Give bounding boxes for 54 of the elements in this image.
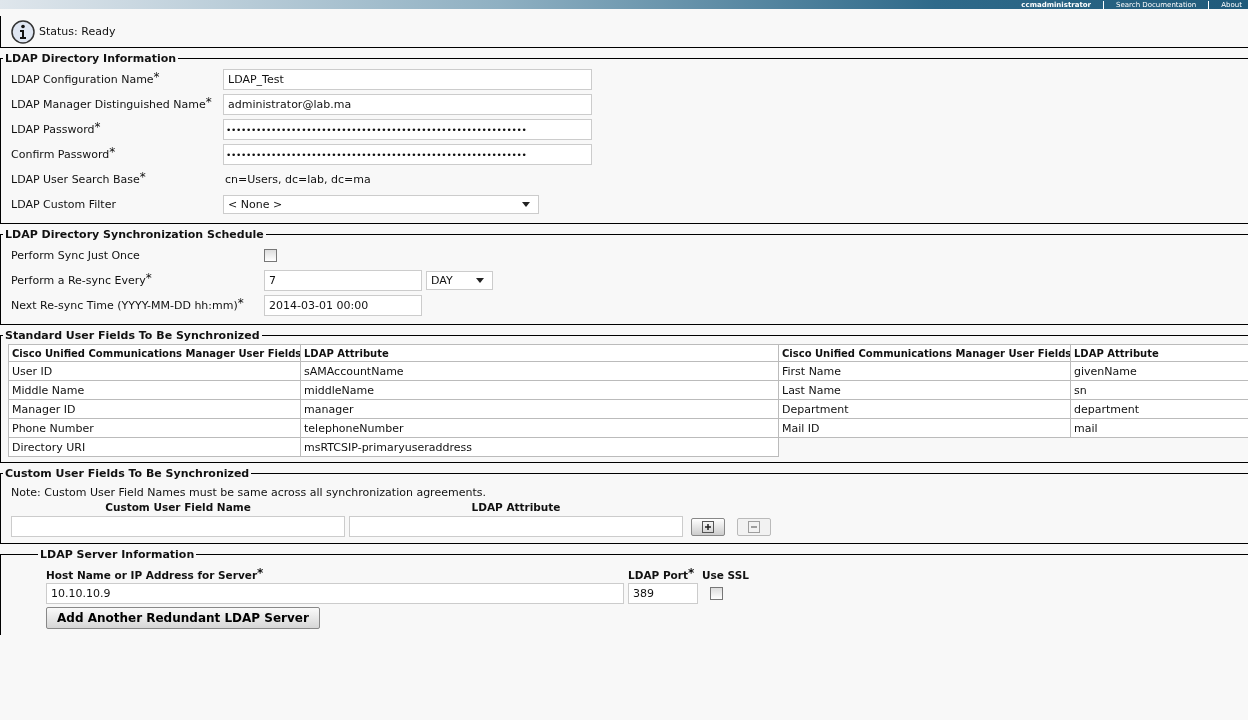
table-cell: Manager ID (8, 399, 301, 419)
table-cell: Directory URI (8, 437, 301, 457)
column-header: LDAP Attribute (470, 501, 562, 513)
table-cell: Last Name (778, 380, 1071, 400)
table-cell: Phone Number (8, 418, 301, 438)
column-header: Custom User Field Name (104, 501, 252, 513)
section-title: Custom User Fields To Be Synchronized (4, 467, 251, 480)
table-cell: middleName (300, 380, 779, 400)
column-header: LDAP Attribute (300, 344, 779, 362)
dropdown[interactable]: DAY (426, 271, 493, 290)
input-field[interactable]: 389 (628, 583, 698, 604)
input-field[interactable]: LDAP_Test (223, 69, 592, 90)
table-cell: mail (1070, 418, 1248, 438)
table-cell: Middle Name (8, 380, 301, 400)
dropdown[interactable]: < None > (223, 195, 539, 214)
table-cell: department (1070, 399, 1248, 419)
table-cell: User ID (8, 361, 301, 381)
add-server-button[interactable]: Add Another Redundant LDAP Server (46, 607, 320, 629)
table-cell: sAMAccountName (300, 361, 779, 381)
table-cell: Department (778, 399, 1071, 419)
section-title: LDAP Directory Synchronization Schedule (4, 228, 265, 241)
column-header: Cisco Unified Communications Manager User Fields (8, 344, 301, 362)
password-field[interactable]: •••••••••••••••••••••••••••••••••••••••••••••••••••••••••••• (223, 144, 592, 165)
table-cell: msRTCSIP-primaryuseraddress (300, 437, 779, 457)
section-title: Standard User Fields To Be Synchronized (4, 329, 261, 342)
table-cell: telephoneNumber (300, 418, 779, 438)
table-cell: manager (300, 399, 779, 419)
password-field[interactable]: •••••••••••••••••••••••••••••••••••••••••••••••••••••••••••• (223, 119, 592, 140)
note-text: Note: Custom User Field Names must be same across all synchronization agreements. (11, 486, 487, 499)
input-field[interactable] (349, 516, 683, 537)
add-button[interactable] (691, 517, 725, 536)
table-cell: givenName (1070, 361, 1248, 381)
minus-icon (748, 520, 760, 533)
column-header: LDAP Attribute (1070, 344, 1248, 362)
table-cell: Mail ID (778, 418, 1071, 438)
column-header: Use SSL (702, 569, 750, 581)
checkbox[interactable] (264, 249, 277, 262)
plus-icon (702, 520, 714, 533)
field-label: LDAP Custom Filter (11, 198, 117, 211)
column-header: Cisco Unified Communications Manager User Fields (778, 344, 1071, 362)
input-field[interactable]: 2014-03-01 00:00 (264, 295, 422, 316)
field-label: Perform Sync Just Once (11, 249, 141, 262)
section-title: LDAP Server Information (39, 548, 196, 561)
info-icon (11, 19, 35, 44)
field-value: cn=Users, dc=lab, dc=ma (224, 173, 371, 186)
section-title: LDAP Directory Information (4, 52, 178, 65)
input-field[interactable]: 10.10.10.9 (46, 583, 624, 604)
checkbox[interactable] (710, 587, 723, 600)
input-field[interactable]: 7 (264, 270, 422, 291)
input-field[interactable]: administrator@lab.ma (223, 94, 592, 115)
input-field[interactable] (11, 516, 345, 537)
table-cell: sn (1070, 380, 1248, 400)
status-text: Status: Ready (39, 25, 116, 38)
table-cell: First Name (778, 361, 1071, 381)
